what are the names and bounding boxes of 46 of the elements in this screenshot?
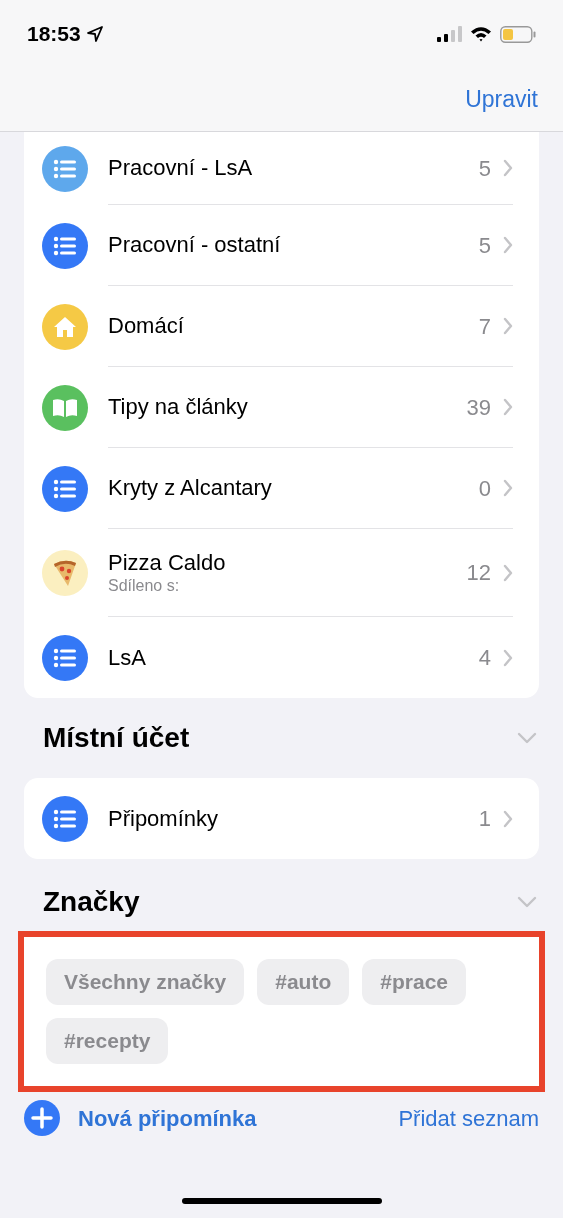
count: 1 (478, 805, 491, 833)
edit-button[interactable]: Upravit (465, 82, 538, 117)
chevron-icon (503, 398, 513, 416)
chevron-icon (503, 159, 513, 177)
chevron-icon (503, 317, 513, 335)
status-time: 18:53 (27, 21, 81, 48)
list-name: Pracovní - ostatní (108, 231, 281, 259)
list-row[interactable]: Pizza Caldo Sdíleno s: 12 (24, 529, 539, 617)
new-reminder-button[interactable]: Nová připomínka (78, 1101, 257, 1135)
signal-icon (436, 26, 462, 42)
list-name: Připomínky (108, 804, 219, 833)
count: 7 (478, 312, 491, 341)
location-arrow-icon (86, 26, 103, 42)
list-row[interactable]: LsA 4 (24, 617, 539, 698)
list-row[interactable]: Kryty z Alcantary 0 (24, 448, 539, 529)
count: 4 (478, 644, 491, 672)
section-title: Značky (43, 885, 140, 919)
count: 12 (466, 559, 491, 587)
section-title: Místní účet (43, 721, 190, 755)
list-row[interactable]: Pracovní - LsA 5 (24, 132, 539, 205)
list-name: Tipy na články (108, 393, 248, 421)
list-row[interactable]: Domácí 7 (24, 286, 539, 367)
chevron-icon (503, 809, 513, 828)
list-name: LsA (108, 643, 146, 672)
chevron-icon (503, 236, 513, 254)
count: 5 (478, 154, 491, 183)
wifi-icon (470, 26, 492, 42)
count: 39 (466, 393, 491, 422)
list-name: Kryty z Alcantary (108, 474, 272, 502)
list-name: Domácí (108, 312, 184, 340)
list-name: Pracovní - LsA (108, 154, 253, 182)
chevron-icon (503, 563, 513, 582)
plus-icon[interactable] (24, 1100, 60, 1136)
count: 0 (478, 474, 491, 503)
count: 5 (478, 231, 491, 260)
list-subtitle: Sdíleno s: (108, 576, 181, 597)
add-list-button[interactable]: Přidat seznam (398, 1101, 539, 1135)
list-name: Pizza Caldo (108, 548, 226, 577)
chevron-icon (503, 648, 513, 667)
chevron-down-icon[interactable] (517, 896, 537, 908)
list-row[interactable]: Tipy na články 39 (24, 367, 539, 448)
list-row[interactable]: Pracovní - ostatní 5 (24, 205, 539, 286)
battery-icon (500, 25, 536, 43)
chevron-icon (503, 479, 513, 497)
chevron-down-icon[interactable] (517, 732, 537, 744)
list-row[interactable]: Připomínky 1 (24, 778, 539, 859)
